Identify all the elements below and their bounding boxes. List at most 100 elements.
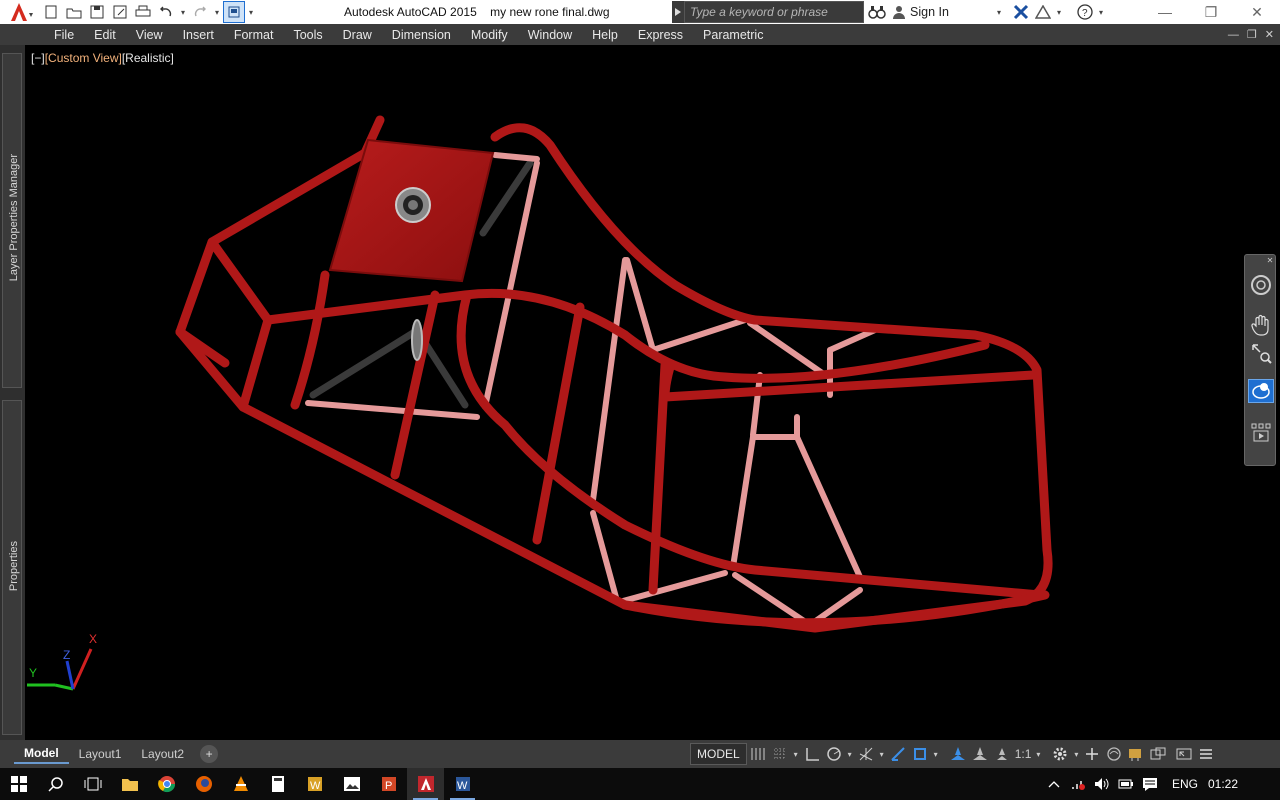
orbit-icon[interactable] <box>1248 379 1274 403</box>
object-snap-icon[interactable] <box>909 743 931 765</box>
restore-icon[interactable]: ❐ <box>1188 0 1234 24</box>
binoculars-search-icon[interactable] <box>866 1 888 23</box>
redo-dropdown-icon[interactable]: ▾ <box>212 1 222 23</box>
polar-tracking-icon[interactable] <box>823 743 845 765</box>
new-file-icon[interactable] <box>40 1 62 23</box>
search-icon[interactable] <box>37 768 74 800</box>
annotation-scale-icon[interactable] <box>991 743 1013 765</box>
menu-dimension[interactable]: Dimension <box>382 24 461 45</box>
windows-start-icon[interactable] <box>0 768 37 800</box>
clean-screen-icon[interactable] <box>1147 743 1169 765</box>
undo-icon[interactable] <box>155 1 177 23</box>
close-icon[interactable]: ✕ <box>1234 0 1280 24</box>
menu-edit[interactable]: Edit <box>84 24 126 45</box>
properties-palette-tab[interactable]: Properties <box>2 400 22 735</box>
drawing-restore-icon[interactable]: ❐ <box>1247 28 1257 41</box>
pan-hand-icon[interactable] <box>1248 313 1274 337</box>
menu-insert[interactable]: Insert <box>173 24 224 45</box>
powerpoint-icon[interactable]: P <box>370 768 407 800</box>
steeringwheel-icon[interactable] <box>1248 273 1274 297</box>
autocad-taskbar-icon[interactable] <box>407 768 444 800</box>
fullscreen-icon[interactable] <box>1173 743 1195 765</box>
menu-view[interactable]: View <box>126 24 173 45</box>
ortho-icon[interactable] <box>801 743 823 765</box>
isodraft-dropdown-icon[interactable]: ▾ <box>877 750 887 759</box>
notifications-icon[interactable] <box>1138 768 1162 800</box>
print-icon[interactable] <box>132 1 154 23</box>
menu-express[interactable]: Express <box>628 24 693 45</box>
show-hidden-icons-icon[interactable] <box>1042 768 1066 800</box>
photos-icon[interactable] <box>333 768 370 800</box>
isodraft-icon[interactable] <box>855 743 877 765</box>
sign-in-button[interactable]: Sign In ▾ <box>892 1 1004 23</box>
minimize-icon[interactable]: — <box>1142 0 1188 24</box>
object-snap-tracking-icon[interactable] <box>887 743 909 765</box>
battery-icon[interactable] <box>1114 768 1138 800</box>
workspace-gear-icon[interactable] <box>1049 743 1071 765</box>
showmotion-icon[interactable] <box>1248 421 1274 445</box>
layer-properties-palette-tab[interactable]: Layer Properties Manager <box>2 53 22 388</box>
object-snap-dropdown-icon[interactable]: ▾ <box>931 750 941 759</box>
word-writer-icon[interactable]: W <box>296 768 333 800</box>
menu-parametric[interactable]: Parametric <box>693 24 773 45</box>
customization-menu-icon[interactable] <box>1195 743 1217 765</box>
open-folder-icon[interactable] <box>63 1 85 23</box>
annotation-scale-value[interactable]: 1:1 <box>1013 747 1034 761</box>
add-scale-icon[interactable] <box>1081 743 1103 765</box>
snap-dropdown-icon[interactable]: ▾ <box>791 750 801 759</box>
file-explorer-icon[interactable] <box>111 768 148 800</box>
calculator-icon[interactable] <box>259 768 296 800</box>
drawing-close-icon[interactable]: ✕ <box>1265 28 1274 41</box>
task-view-icon[interactable] <box>74 768 111 800</box>
firefox-icon[interactable] <box>185 768 222 800</box>
tab-model[interactable]: Model <box>14 744 69 764</box>
annotation-visibility-icon[interactable] <box>947 743 969 765</box>
snap-icon[interactable] <box>769 743 791 765</box>
auto-scale-icon[interactable] <box>969 743 991 765</box>
sign-in-dropdown-icon[interactable]: ▾ <box>994 1 1004 23</box>
word-icon[interactable]: W <box>444 768 481 800</box>
taskbar-clock[interactable]: 01:22 <box>1208 777 1256 791</box>
exchange-apps-icon[interactable] <box>1010 1 1032 23</box>
navbar-close-icon[interactable]: ✕ <box>1265 255 1275 265</box>
network-icon[interactable] <box>1066 768 1090 800</box>
vlc-icon[interactable] <box>222 768 259 800</box>
search-expand-arrow-icon[interactable] <box>672 1 684 23</box>
isolate-objects-icon[interactable] <box>1103 743 1125 765</box>
a360-dropdown-icon[interactable]: ▾ <box>1054 1 1064 23</box>
customize-qat-dropdown-icon[interactable]: ▾ <box>246 1 256 23</box>
save-icon[interactable] <box>86 1 108 23</box>
undo-dropdown-icon[interactable]: ▾ <box>178 1 188 23</box>
workspace-icon[interactable] <box>223 1 245 23</box>
add-layout-icon[interactable]: + <box>200 745 219 763</box>
redo-icon[interactable] <box>189 1 211 23</box>
menu-format[interactable]: Format <box>224 24 284 45</box>
model-space-viewport[interactable]: [−][Custom View][Realistic] Y Z X <box>25 45 1280 740</box>
menu-help[interactable]: Help <box>582 24 628 45</box>
help-dropdown-icon[interactable]: ▾ <box>1096 1 1106 23</box>
scale-dropdown-icon[interactable]: ▾ <box>1033 750 1043 759</box>
menu-modify[interactable]: Modify <box>461 24 518 45</box>
menu-window[interactable]: Window <box>518 24 582 45</box>
hardware-acceleration-icon[interactable] <box>1125 743 1147 765</box>
search-input[interactable] <box>684 1 864 23</box>
input-language[interactable]: ENG <box>1172 777 1198 791</box>
polar-dropdown-icon[interactable]: ▾ <box>845 750 855 759</box>
menu-draw[interactable]: Draw <box>333 24 382 45</box>
model-space-button[interactable]: MODEL <box>690 743 747 765</box>
help-icon[interactable]: ? <box>1074 1 1096 23</box>
save-as-icon[interactable] <box>109 1 131 23</box>
volume-icon[interactable] <box>1090 768 1114 800</box>
drawing-minimize-icon[interactable]: — <box>1228 29 1239 41</box>
grid-icon[interactable] <box>747 743 769 765</box>
show-desktop-button[interactable] <box>1256 768 1280 800</box>
chrome-icon[interactable] <box>148 768 185 800</box>
zoom-extents-icon[interactable] <box>1248 341 1274 365</box>
application-menu-button[interactable] <box>0 0 40 24</box>
menu-tools[interactable]: Tools <box>283 24 332 45</box>
autodesk-a360-icon[interactable] <box>1032 1 1054 23</box>
tab-layout1[interactable]: Layout1 <box>69 744 132 764</box>
menu-file[interactable]: File <box>44 24 84 45</box>
workspace-dropdown-icon[interactable]: ▾ <box>1071 750 1081 759</box>
tab-layout2[interactable]: Layout2 <box>131 744 194 764</box>
